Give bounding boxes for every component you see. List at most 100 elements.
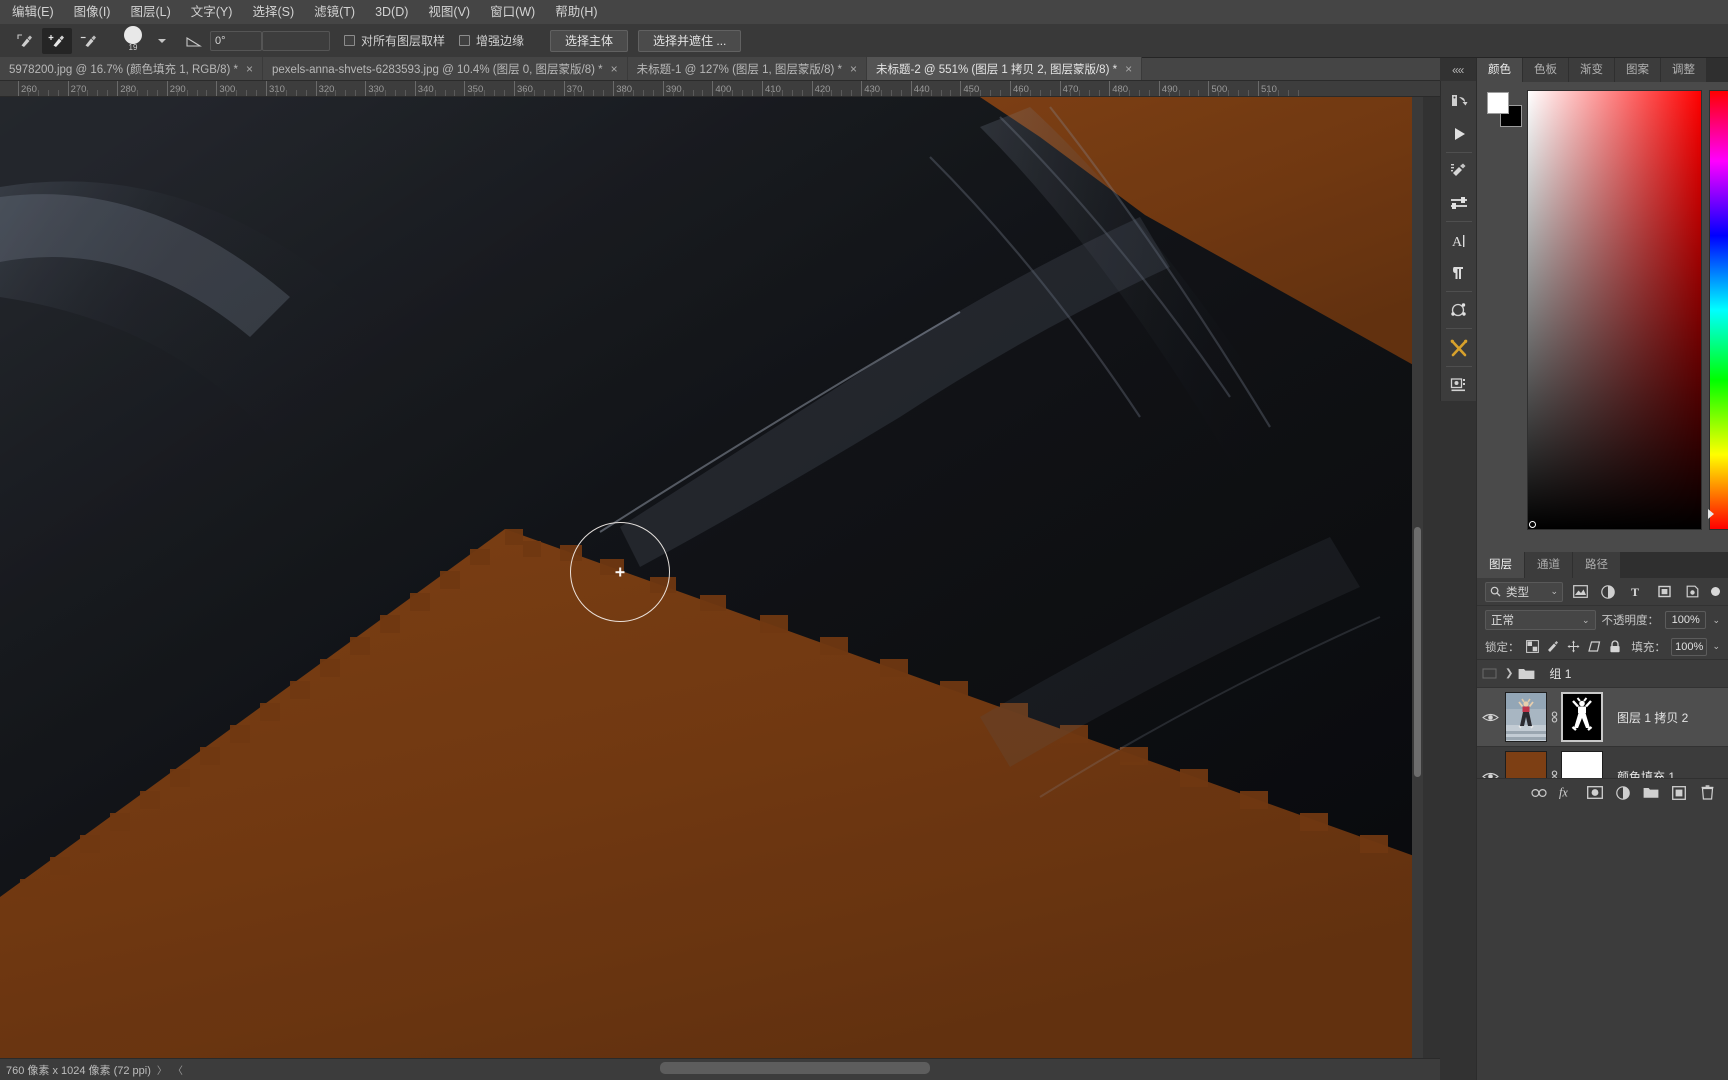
- filter-type-icon[interactable]: T: [1625, 582, 1647, 602]
- paragraph-icon[interactable]: [1443, 257, 1475, 289]
- adjustments-sliders-icon[interactable]: [1443, 187, 1475, 219]
- ruler-minor-tick: [603, 90, 605, 96]
- menu-view[interactable]: 视图(V): [418, 0, 480, 24]
- libraries-icon[interactable]: [1443, 369, 1475, 401]
- menu-type[interactable]: 文字(Y): [181, 0, 243, 24]
- quick-selection-subtract-icon[interactable]: [74, 28, 104, 54]
- panel-tab-layers[interactable]: 图层: [1477, 552, 1524, 578]
- layer-thumbnail[interactable]: [1505, 692, 1547, 742]
- brush-angle-control[interactable]: 0°: [186, 30, 330, 51]
- sample-all-layers-box-icon[interactable]: [344, 35, 355, 46]
- close-icon[interactable]: ×: [246, 63, 253, 75]
- adjustment-layer-icon[interactable]: [1615, 785, 1631, 801]
- brush-size-preview[interactable]: 19: [116, 26, 150, 56]
- layer-row-group-1[interactable]: ❯ 组 1: [1477, 660, 1728, 688]
- brush-preset-chevron-down-icon[interactable]: [158, 38, 166, 43]
- lock-transparent-pixels-icon[interactable]: [1525, 638, 1541, 656]
- history-icon[interactable]: [1443, 85, 1475, 117]
- blend-mode-select[interactable]: 正常 ⌄: [1485, 610, 1596, 630]
- lock-position-icon[interactable]: [1566, 638, 1582, 656]
- hue-slider-handle[interactable]: [1708, 509, 1714, 519]
- menu-3d[interactable]: 3D(D): [365, 0, 418, 24]
- horizontal-ruler[interactable]: 260 270 280 290 300 310 320 330 340 350 360 370 380 3…: [0, 81, 1440, 97]
- filter-shape-icon[interactable]: [1653, 582, 1675, 602]
- brush-angle-input[interactable]: 0°: [210, 30, 262, 51]
- doc-tab-3[interactable]: 未标题-1 @ 127% (图层 1, 图层蒙版/8) * ×: [627, 57, 867, 80]
- foreground-color-swatch[interactable]: [1487, 92, 1509, 114]
- doc-tab-1[interactable]: 5978200.jpg @ 16.7% (颜色填充 1, RGB/8) * ×: [0, 57, 264, 80]
- saturation-brightness-field[interactable]: [1527, 90, 1702, 530]
- filter-adjustment-icon[interactable]: [1597, 582, 1619, 602]
- color-picker-handle[interactable]: [1529, 521, 1536, 528]
- menu-edit[interactable]: 编辑(E): [2, 0, 64, 24]
- actions-play-icon[interactable]: [1443, 117, 1475, 149]
- brush-angle-dial[interactable]: [262, 30, 330, 51]
- brush-settings-icon[interactable]: [1443, 155, 1475, 187]
- layer-filter-kind-select[interactable]: 类型 ⌄: [1485, 581, 1563, 602]
- close-icon[interactable]: ×: [611, 63, 618, 75]
- menu-help[interactable]: 帮助(H): [545, 0, 607, 24]
- close-icon[interactable]: ×: [850, 63, 857, 75]
- panel-tab-swatches[interactable]: 色板: [1523, 58, 1568, 82]
- select-subject-button[interactable]: 选择主体: [550, 29, 629, 52]
- ruler-minor-tick: [494, 90, 496, 96]
- blend-mode-chevron-down-icon[interactable]: ⌄: [1582, 615, 1590, 626]
- canvas-scroll-thumb[interactable]: [1414, 527, 1421, 777]
- enhance-edge-checkbox[interactable]: 增强边缘: [459, 32, 524, 49]
- panel-tab-gradients[interactable]: 渐变: [1569, 58, 1614, 82]
- tools-cross-icon[interactable]: [1443, 331, 1475, 363]
- quick-selection-new-icon[interactable]: [10, 28, 40, 54]
- canvas-image[interactable]: [0, 97, 1417, 1058]
- menu-filter[interactable]: 滤镜(T): [304, 0, 365, 24]
- color-swatches[interactable]: [1487, 92, 1523, 128]
- menu-select[interactable]: 选择(S): [242, 0, 304, 24]
- doc-tab-4[interactable]: 未标题-2 @ 551% (图层 1 拷贝 2, 图层蒙版/8) * ×: [867, 57, 1143, 80]
- group-expand-chevron-right-icon[interactable]: ❯: [1505, 668, 1513, 679]
- new-layer-icon[interactable]: [1671, 785, 1687, 801]
- character-icon[interactable]: A: [1443, 224, 1475, 256]
- link-layers-icon[interactable]: [1531, 785, 1547, 801]
- layer-mask-link-icon[interactable]: [1547, 710, 1561, 724]
- layer-style-fx-icon[interactable]: fx: [1559, 785, 1575, 801]
- status-prev-arrow-icon[interactable]: 〈: [173, 1062, 183, 1077]
- layer-filter-chevron-down-icon[interactable]: ⌄: [1550, 586, 1558, 597]
- canvas-vertical-scrollbar[interactable]: [1412, 97, 1423, 1058]
- hue-slider[interactable]: [1708, 90, 1728, 530]
- new-group-icon[interactable]: [1643, 785, 1659, 801]
- paths-node-icon[interactable]: [1443, 294, 1475, 326]
- canvas-horizontal-scrollbar[interactable]: [660, 1062, 930, 1074]
- panel-tab-color[interactable]: 颜色: [1477, 58, 1522, 82]
- lock-all-icon[interactable]: [1607, 638, 1623, 656]
- menu-window[interactable]: 窗口(W): [480, 0, 545, 24]
- doc-tab-2[interactable]: pexels-anna-shvets-6283593.jpg @ 10.4% (…: [263, 57, 628, 80]
- lock-image-pixels-icon[interactable]: [1545, 638, 1561, 656]
- panel-tab-paths[interactable]: 路径: [1573, 552, 1620, 578]
- filter-toggle-switch[interactable]: [1711, 587, 1720, 596]
- status-next-arrow-icon[interactable]: 〉: [157, 1062, 167, 1077]
- lock-artboard-nesting-icon[interactable]: [1586, 638, 1602, 656]
- panel-tab-patterns[interactable]: 图案: [1615, 58, 1660, 82]
- enhance-edge-box-icon[interactable]: [459, 35, 471, 46]
- layer-mask-thumbnail[interactable]: [1561, 692, 1603, 742]
- collapse-panels-icon[interactable]: ««: [1452, 63, 1464, 77]
- panel-tab-channels[interactable]: 通道: [1525, 552, 1572, 578]
- opacity-value[interactable]: 100%: [1665, 611, 1707, 629]
- canvas-area[interactable]: [0, 97, 1423, 1058]
- close-icon[interactable]: ×: [1125, 63, 1132, 75]
- panel-tab-adjustments[interactable]: 调整: [1661, 58, 1706, 82]
- filter-smart-object-icon[interactable]: [1681, 582, 1703, 602]
- quick-selection-add-icon[interactable]: [42, 27, 72, 54]
- opacity-chevron-down-icon[interactable]: ⌄: [1712, 615, 1720, 626]
- menu-layer[interactable]: 图层(L): [120, 0, 180, 24]
- delete-layer-icon[interactable]: [1699, 785, 1715, 801]
- fill-chevron-down-icon[interactable]: ⌄: [1712, 641, 1720, 652]
- add-layer-mask-icon[interactable]: [1587, 785, 1603, 801]
- layer-visibility-toggle[interactable]: [1477, 712, 1503, 723]
- layer-row-layer-1-copy-2[interactable]: 图层 1 拷贝 2: [1477, 688, 1728, 747]
- sample-all-layers-checkbox[interactable]: 对所有图层取样: [344, 32, 445, 49]
- fill-value[interactable]: 100%: [1670, 637, 1708, 656]
- filter-pixel-icon[interactable]: [1569, 582, 1591, 602]
- group-visibility-toggle[interactable]: [1477, 668, 1503, 679]
- menu-image[interactable]: 图像(I): [64, 0, 121, 24]
- select-and-mask-button[interactable]: 选择并遮住 ...: [638, 29, 742, 52]
